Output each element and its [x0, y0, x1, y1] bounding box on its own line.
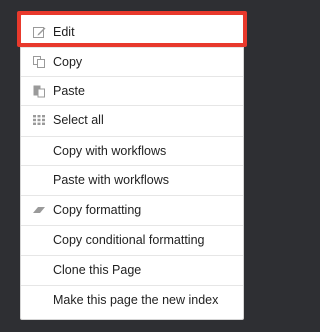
menu-item-copy-with-workflows[interactable]: Copy with workflows — [21, 136, 243, 165]
menu-item-label: Clone this Page — [53, 263, 142, 277]
menu-item-copy[interactable]: Copy — [21, 47, 243, 76]
menu-item-clone-page[interactable]: Clone this Page — [21, 255, 243, 284]
empty-icon-slot — [31, 143, 47, 159]
menu-item-copy-conditional-formatting[interactable]: Copy conditional formatting — [21, 225, 243, 254]
menu-item-label: Copy with workflows — [53, 144, 167, 158]
menu-item-make-index[interactable]: Make this page the new index — [21, 285, 243, 314]
menu-item-paste[interactable]: Paste — [21, 76, 243, 105]
menu-item-select-all[interactable]: Select all — [21, 105, 243, 134]
edit-icon — [31, 24, 47, 40]
paste-icon — [31, 83, 47, 99]
app-backdrop: Edit Copy Paste Select all Copy with wor… — [0, 0, 258, 332]
empty-icon-slot — [31, 292, 47, 308]
menu-item-copy-formatting[interactable]: Copy formatting — [21, 195, 243, 224]
empty-icon-slot — [31, 232, 47, 248]
select-all-icon — [31, 112, 47, 128]
menu-item-paste-with-workflows[interactable]: Paste with workflows — [21, 165, 243, 194]
empty-icon-slot — [31, 262, 47, 278]
menu-item-label: Make this page the new index — [53, 293, 219, 307]
empty-icon-slot — [31, 172, 47, 188]
menu-item-label: Edit — [53, 24, 75, 39]
copy-icon — [31, 54, 47, 70]
menu-item-label: Select all — [53, 113, 104, 127]
menu-item-label: Paste — [53, 84, 85, 98]
copy-formatting-icon — [31, 202, 47, 218]
menu-item-label: Copy — [53, 55, 83, 69]
context-menu: Edit Copy Paste Select all Copy with wor… — [20, 14, 244, 320]
menu-item-edit[interactable]: Edit — [21, 17, 243, 46]
menu-item-label: Copy conditional formatting — [53, 233, 205, 247]
menu-item-label: Paste with workflows — [53, 173, 170, 187]
menu-item-label: Copy formatting — [53, 203, 142, 217]
